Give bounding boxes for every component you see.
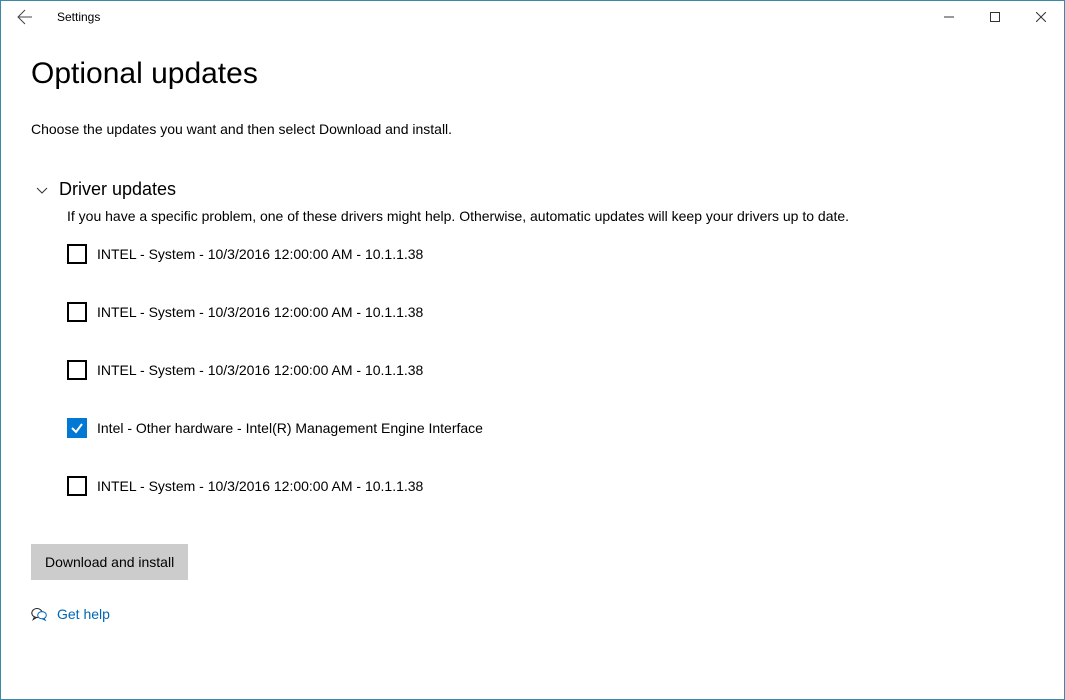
update-item: INTEL - System - 10/3/2016 12:00:00 AM -… [67,302,1034,322]
update-checkbox[interactable] [67,302,87,322]
update-label: Intel - Other hardware - Intel(R) Manage… [97,420,483,436]
back-button[interactable] [1,1,49,33]
update-checkbox[interactable] [67,418,87,438]
minimize-icon [944,12,954,22]
content-area: Optional updates Choose the updates you … [1,33,1064,622]
get-help-link[interactable]: Get help [57,606,110,622]
update-label: INTEL - System - 10/3/2016 12:00:00 AM -… [97,478,423,494]
minimize-button[interactable] [926,1,972,33]
update-checkbox[interactable] [67,244,87,264]
titlebar: Settings [1,1,1064,33]
checkmark-icon [70,421,84,435]
app-title: Settings [57,10,100,24]
update-item: INTEL - System - 10/3/2016 12:00:00 AM -… [67,476,1034,496]
update-item: INTEL - System - 10/3/2016 12:00:00 AM -… [67,244,1034,264]
page-title: Optional updates [31,57,1034,91]
get-help-row: Get help [31,606,1034,622]
close-button[interactable] [1018,1,1064,33]
update-checkbox[interactable] [67,360,87,380]
help-icon [31,606,47,622]
update-item: INTEL - System - 10/3/2016 12:00:00 AM -… [67,360,1034,380]
update-label: INTEL - System - 10/3/2016 12:00:00 AM -… [97,362,423,378]
chevron-down-icon [35,183,59,197]
maximize-button[interactable] [972,1,1018,33]
section-title: Driver updates [59,179,176,200]
section-description: If you have a specific problem, one of t… [67,208,1034,224]
download-install-button[interactable]: Download and install [31,544,188,580]
update-label: INTEL - System - 10/3/2016 12:00:00 AM -… [97,246,423,262]
window-controls [926,1,1064,33]
close-icon [1036,12,1046,22]
driver-updates-header[interactable]: Driver updates [35,179,1034,200]
update-checkbox[interactable] [67,476,87,496]
maximize-icon [990,12,1000,22]
back-arrow-icon [17,9,33,25]
updates-list: INTEL - System - 10/3/2016 12:00:00 AM -… [67,244,1034,496]
update-item: Intel - Other hardware - Intel(R) Manage… [67,418,1034,438]
page-description: Choose the updates you want and then sel… [31,121,1034,137]
update-label: INTEL - System - 10/3/2016 12:00:00 AM -… [97,304,423,320]
